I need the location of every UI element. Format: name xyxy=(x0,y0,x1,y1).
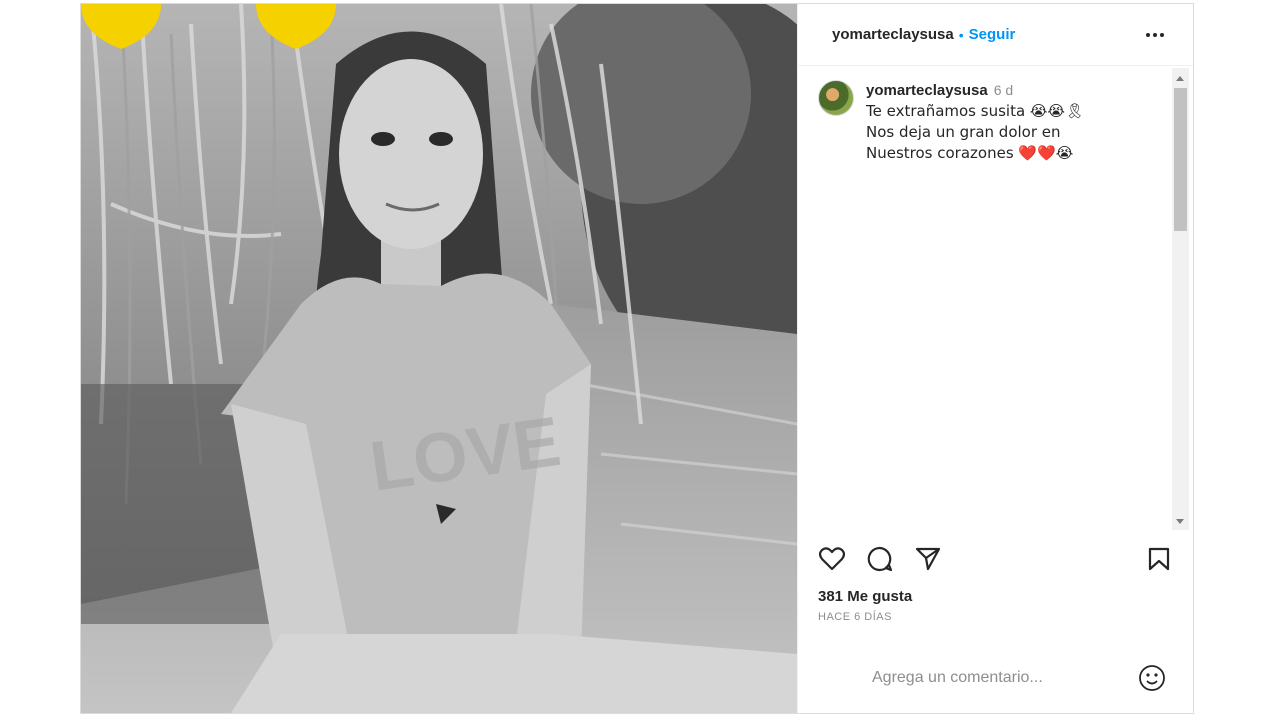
caption-time[interactable]: 6 d xyxy=(994,82,1013,98)
instagram-post: LOVE yomarteclaysusa • Seguir yomartecla… xyxy=(80,3,1194,714)
scrollbar[interactable] xyxy=(1172,68,1189,530)
header-username[interactable]: yomarteclaysusa xyxy=(832,26,954,43)
caption-line-2: Nos deja un gran dolor en xyxy=(866,123,1061,141)
caption: yomarteclaysusa 6 d Te extrañamos susita … xyxy=(798,66,1193,164)
separator-dot: • xyxy=(958,26,964,43)
follow-button[interactable]: Seguir xyxy=(969,26,1016,43)
caption-body: yomarteclaysusa 6 d Te extrañamos susita … xyxy=(866,80,1084,164)
likes-count[interactable]: 381 Me gusta xyxy=(798,588,1193,605)
time-ago[interactable]: HACE 6 DÍAS xyxy=(798,611,1193,623)
action-bar xyxy=(798,534,1193,584)
bookmark-icon[interactable] xyxy=(1145,545,1173,573)
share-icon[interactable] xyxy=(914,545,942,573)
more-horizontal-icon[interactable] xyxy=(1143,23,1167,47)
comment-box xyxy=(798,643,1193,713)
caption-line-1: Te extrañamos susita 😭😭🎗 xyxy=(866,102,1085,120)
scrollbar-thumb[interactable] xyxy=(1174,88,1187,231)
comment-input[interactable] xyxy=(870,668,1137,688)
comment-icon[interactable] xyxy=(866,545,894,573)
scroll-down-arrow-icon[interactable] xyxy=(1176,519,1184,524)
post-side-panel: yomarteclaysusa • Seguir yomarteclaysusa… xyxy=(797,4,1193,713)
caption-line-3: Nuestros corazones ❤️❤️😭 xyxy=(866,144,1074,162)
post-photo[interactable]: LOVE xyxy=(81,4,797,713)
post-header: yomarteclaysusa • Seguir xyxy=(798,4,1193,66)
avatar[interactable] xyxy=(818,80,854,116)
comments-section: yomarteclaysusa 6 d Te extrañamos susita … xyxy=(798,66,1193,534)
heart-icon[interactable] xyxy=(818,545,846,573)
smiley-icon[interactable] xyxy=(1137,663,1167,693)
caption-username[interactable]: yomarteclaysusa xyxy=(866,82,988,99)
scroll-up-arrow-icon[interactable] xyxy=(1176,76,1184,81)
